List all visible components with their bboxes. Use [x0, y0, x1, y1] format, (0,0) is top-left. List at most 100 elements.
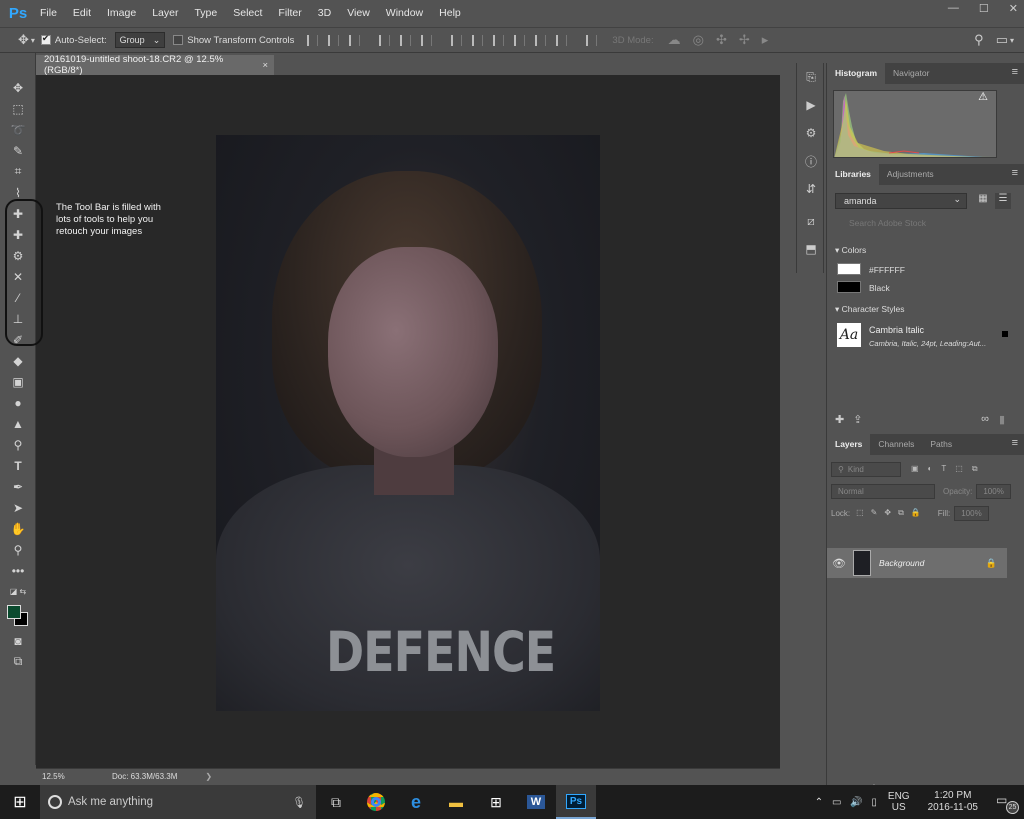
- maximize-button[interactable]: ☐: [979, 2, 989, 15]
- swap-colors-icon[interactable]: ◪ ⇆: [0, 581, 36, 602]
- tab-adjustments[interactable]: Adjustments: [879, 164, 942, 185]
- panel-menu-icon[interactable]: ≡: [1012, 167, 1018, 179]
- distribute-left-icon[interactable]: [514, 34, 526, 46]
- move-tool-icon[interactable]: ✥: [0, 77, 36, 98]
- panel-menu-icon[interactable]: ≡: [1012, 66, 1018, 78]
- distribute-right-icon[interactable]: [556, 34, 568, 46]
- layer-row-background[interactable]: 👁 Background 🔒: [827, 548, 1007, 578]
- auto-select-checkbox[interactable]: Auto-Select:: [40, 33, 107, 46]
- tab-navigator[interactable]: Navigator: [885, 63, 937, 84]
- language-indicator[interactable]: ENG US: [888, 791, 910, 813]
- panel-menu-icon[interactable]: ≡: [1012, 437, 1018, 449]
- auto-select-dropdown[interactable]: Group ⌄: [114, 32, 166, 48]
- creative-cloud-icon[interactable]: ∞: [981, 413, 989, 425]
- more-tools-icon[interactable]: •••: [0, 560, 36, 581]
- distribute-vcenter-icon[interactable]: [472, 34, 484, 46]
- tab-libraries[interactable]: Libraries: [827, 164, 879, 185]
- quick-selection-tool-icon[interactable]: ✎: [0, 140, 36, 161]
- file-explorer-icon[interactable]: ▬: [436, 785, 476, 819]
- menu-window[interactable]: Window: [378, 0, 431, 27]
- auto-align-icon[interactable]: [586, 34, 598, 46]
- menu-3d[interactable]: 3D: [310, 0, 339, 27]
- zoom-level[interactable]: 12.5%: [36, 772, 70, 781]
- windows-start-icon[interactable]: ⊞: [0, 785, 40, 819]
- chrome-icon[interactable]: [356, 785, 396, 819]
- fill-input[interactable]: 100%: [954, 505, 989, 521]
- marquee-tool-icon[interactable]: ⬚: [0, 98, 36, 119]
- list-view-icon[interactable]: ☰: [995, 193, 1011, 209]
- menu-type[interactable]: Type: [186, 0, 225, 27]
- transform-controls-checkbox[interactable]: Show Transform Controls: [173, 35, 294, 46]
- 3d-drag-icon[interactable]: ✣: [716, 32, 727, 48]
- 3d-scale-icon[interactable]: ▸: [762, 32, 769, 48]
- lock-icons[interactable]: ⬚✎✥⧉🔒: [856, 508, 928, 518]
- search-icon[interactable]: ⚲: [974, 32, 984, 48]
- add-content-icon[interactable]: ✚: [835, 414, 844, 426]
- screen-mode-icon[interactable]: ⧉: [0, 651, 36, 672]
- canvas-area[interactable]: DEFENCE: [36, 75, 780, 768]
- path-selection-tool-icon[interactable]: ➤: [0, 497, 36, 518]
- stock-search-input[interactable]: Search Adobe Stock: [835, 215, 1015, 231]
- close-button[interactable]: ✕: [1009, 2, 1018, 15]
- distribute-top-icon[interactable]: [451, 34, 463, 46]
- distribute-hcenter-icon[interactable]: [535, 34, 547, 46]
- lasso-tool-icon[interactable]: ➰: [0, 119, 36, 140]
- visibility-eye-icon[interactable]: 👁: [827, 557, 851, 570]
- crop-tool-icon[interactable]: ⌗: [0, 161, 36, 182]
- quick-mask-icon[interactable]: ◙: [0, 630, 36, 651]
- character-styles-header[interactable]: ▾ Character Styles: [835, 304, 904, 315]
- menu-select[interactable]: Select: [225, 0, 270, 27]
- layer-comps-icon[interactable]: ⇵: [797, 175, 825, 203]
- colors-header[interactable]: ▾ Colors: [835, 245, 866, 256]
- action-center-icon[interactable]: ▭ 25: [996, 793, 1019, 814]
- photoshop-taskbar-icon[interactable]: Ps: [556, 785, 596, 819]
- menu-image[interactable]: Image: [99, 0, 144, 27]
- upload-icon[interactable]: ⇪: [853, 414, 862, 426]
- menu-view[interactable]: View: [339, 0, 378, 27]
- tool-preset-chevron-icon[interactable]: ▾: [31, 36, 35, 45]
- kind-filter-dropdown[interactable]: ⚲ Kind: [831, 461, 901, 477]
- close-document-button[interactable]: ×: [262, 60, 268, 71]
- grid-view-icon[interactable]: ▦: [975, 193, 991, 209]
- align-hcenter-icon[interactable]: [400, 34, 412, 46]
- minimize-button[interactable]: —: [948, 2, 959, 15]
- foreground-color-swatch[interactable]: [7, 605, 21, 619]
- align-right-icon[interactable]: [421, 34, 433, 46]
- filter-type-icons[interactable]: ▣◐T⬚⧉: [911, 464, 987, 474]
- properties-icon[interactable]: ⚙: [797, 119, 825, 147]
- workspace-chevron-icon[interactable]: ▾: [1010, 36, 1014, 45]
- tab-paths[interactable]: Paths: [922, 434, 960, 455]
- cortana-search-box[interactable]: Ask me anything 🎙: [40, 785, 316, 819]
- info-icon[interactable]: ⓘ: [797, 147, 825, 175]
- blur-tool-icon[interactable]: ●: [0, 392, 36, 413]
- dodge-tool-icon[interactable]: ⚲: [0, 434, 36, 455]
- tab-layers[interactable]: Layers: [827, 434, 871, 455]
- tab-channels[interactable]: Channels: [870, 434, 922, 455]
- edge-icon[interactable]: e: [396, 785, 436, 819]
- menu-help[interactable]: Help: [431, 0, 469, 27]
- history-icon[interactable]: ⎘: [797, 63, 825, 91]
- word-icon[interactable]: W: [516, 785, 556, 819]
- workspace-icon[interactable]: ▭: [996, 32, 1008, 48]
- color-swatch-white[interactable]: [837, 263, 861, 275]
- brush-presets-icon[interactable]: ⧄: [797, 207, 825, 235]
- library-dropdown[interactable]: amanda: [835, 192, 967, 209]
- clock[interactable]: 1:20 PM 2016-11-05: [928, 790, 978, 814]
- pen-tool-icon[interactable]: ✒: [0, 476, 36, 497]
- gradient-tool-icon[interactable]: ▣: [0, 371, 36, 392]
- opacity-input[interactable]: 100%: [976, 483, 1011, 499]
- warning-icon[interactable]: ⚠: [978, 90, 988, 103]
- tab-histogram[interactable]: Histogram: [827, 63, 886, 84]
- distribute-bottom-icon[interactable]: [493, 34, 505, 46]
- menu-filter[interactable]: Filter: [270, 0, 309, 27]
- actions-play-icon[interactable]: ▶: [797, 91, 825, 119]
- menu-edit[interactable]: Edit: [65, 0, 99, 27]
- 3d-orbit-icon[interactable]: ☁: [668, 32, 681, 48]
- align-vcenter-icon[interactable]: [328, 34, 340, 46]
- store-icon[interactable]: ⊞: [476, 785, 516, 819]
- menu-layer[interactable]: Layer: [144, 0, 186, 27]
- microphone-icon[interactable]: 🎙: [292, 796, 306, 809]
- character-style-name[interactable]: Cambria Italic: [869, 325, 924, 335]
- menu-file[interactable]: File: [32, 0, 65, 27]
- eraser-tool-icon[interactable]: ◆: [0, 350, 36, 371]
